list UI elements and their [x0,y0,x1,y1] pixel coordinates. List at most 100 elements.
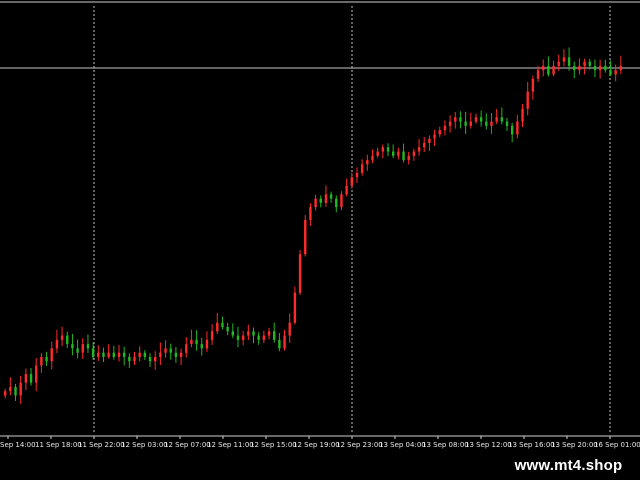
watermark: www.mt4.shop [497,452,640,480]
candle-up [314,198,317,208]
candle-up [433,134,436,139]
candle-up [521,108,524,122]
x-tick-label: 13 Sep 20:00 [551,441,598,449]
candle-down [257,335,260,340]
candle-up [293,292,297,323]
candle-up [412,151,416,156]
candle-down [122,352,126,357]
x-tick-label: 13 Sep 08:00 [422,441,469,449]
candle-up [241,335,245,340]
candle-down [45,356,48,362]
candle-down [593,65,597,71]
candle-up [324,194,328,203]
x-tick-label: 12 Sep 07:00 [164,441,211,449]
candle-up [262,335,266,340]
candle-up [557,61,560,66]
candle-up [107,352,110,357]
candle-up [381,147,385,152]
candle-down [329,194,333,199]
candle-up [267,331,271,336]
candlestick-chart[interactable]: Sep 14:00 11 Sep 18:00 11 Sep 22:00 12 Sep … [0,0,640,480]
candle-up [345,185,348,195]
candle-down [200,344,203,349]
candle-down [272,331,276,340]
candle-down [174,352,178,357]
candle-down [71,344,74,349]
candle-up [24,374,28,383]
candle-up [216,322,219,332]
candle-up [3,391,7,396]
candle-down [231,331,235,336]
candle-up [371,155,374,161]
candle-down [195,339,198,345]
x-tick-label: 11 Sep 22:00 [78,441,125,449]
candle-up [50,348,53,362]
x-tick-label: 12 Sep 11:00 [207,441,254,449]
candle-up [536,70,540,79]
candle-up [179,352,183,357]
candle-down [112,352,116,357]
candle-down [391,151,395,156]
candle-up [366,160,369,165]
candle-up [133,356,136,362]
candle-up [205,339,209,349]
candle-up [117,352,121,357]
candle-down [76,348,79,353]
candle-down [221,322,224,327]
candle-up [304,220,307,255]
candle-down [459,117,462,122]
candle-down [29,374,33,383]
candle-up [288,322,291,336]
candle-up [97,352,100,357]
x-tick-label: 12 Sep 23:00 [336,441,383,449]
candle-up [40,356,43,366]
x-tick-label: 12 Sep 03:00 [121,441,168,449]
candle-down [91,348,95,357]
candle-up [407,155,410,161]
candle-up [138,352,141,357]
candle-up [526,91,529,109]
candle-up [154,356,157,362]
candle-up [438,130,441,135]
candle-up [309,207,312,220]
candle-up [598,65,602,71]
candle-up [159,352,162,357]
candle-up [298,254,302,293]
x-tick-label: 16 Sep 01:00 [594,441,640,449]
candle-up [423,142,426,148]
candle-up [443,125,447,131]
chart-canvas[interactable]: Sep 14:00 11 Sep 18:0011 Sep 22:0012 Sep … [0,0,640,480]
candle-down [588,61,591,66]
candle-down [485,121,488,126]
candle-up [9,386,12,392]
candle-up [516,121,519,135]
candle-down [14,386,17,396]
candle-up [185,344,188,353]
candle-down [236,335,240,340]
candle-up [619,65,623,71]
candle-down [226,327,229,332]
candle-up [542,65,545,71]
candle-up [60,335,64,340]
x-tick-label: 13 Sep 12:00 [465,441,512,449]
x-tick-label: 13 Sep 16:00 [508,441,555,449]
candle-down [386,147,390,152]
candle-up [448,121,452,126]
candle-down [604,65,607,71]
candle-down [143,352,147,357]
candle-down [278,339,281,349]
candle-down [169,348,172,353]
candle-up [397,151,400,156]
candle-up [474,117,478,122]
candle-up [190,339,193,345]
candle-down [102,352,105,357]
candle-up [578,65,581,71]
candle-down [335,198,338,208]
candle-up [210,331,214,340]
candle-down [148,356,152,362]
candle-up [340,194,343,208]
candle-up [283,335,286,349]
candle-up [495,117,498,122]
candle-down [479,117,483,122]
candle-up [583,61,586,66]
